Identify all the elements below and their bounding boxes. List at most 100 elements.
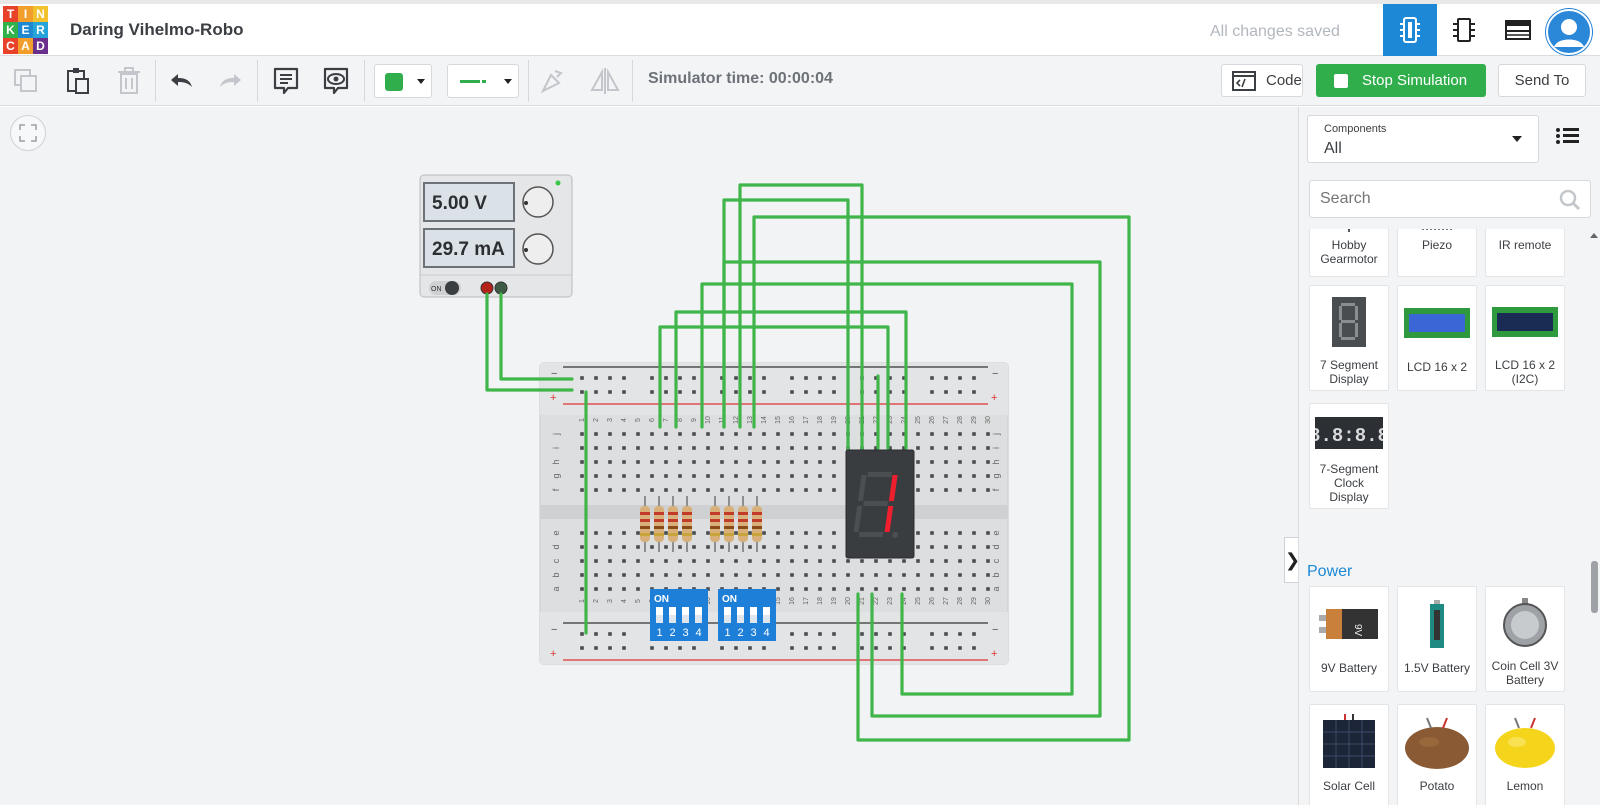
breadboard-hole [930, 488, 934, 492]
breadboard-hole [776, 531, 780, 535]
chevron-right-icon: ❯ [1285, 550, 1298, 571]
paste-button[interactable] [62, 64, 94, 98]
breadboard-hole [930, 632, 934, 636]
wire-type-icon [482, 80, 486, 83]
breadboard-hole [958, 587, 962, 591]
resistor [640, 506, 650, 542]
tinkercad-logo[interactable]: T I N K E R C A D [3, 6, 48, 54]
breadboard-hole [594, 531, 598, 535]
component-card-lcd-16x2-i2c[interactable]: LCD 16 x 2 (I2C) [1485, 285, 1565, 391]
breadboard-hole [930, 559, 934, 563]
breadboard-hole [762, 531, 766, 535]
breadboard-hole [902, 573, 906, 577]
breadboard-hole [650, 545, 654, 549]
breadboard-hole [650, 474, 654, 478]
notes-button[interactable] [270, 64, 302, 98]
breadboard-hole [930, 460, 934, 464]
user-avatar[interactable] [1545, 8, 1593, 56]
logo-letter: K [3, 22, 18, 38]
power-supply[interactable]: 5.00 V 29.7 mA ON [419, 174, 573, 298]
dip-toggle-knob [763, 615, 770, 623]
component-card-ir-remote[interactable]: IR remote [1485, 229, 1565, 277]
wire-color-select[interactable] [374, 64, 432, 98]
code-button[interactable]: Code [1221, 64, 1303, 97]
logo-letter: A [18, 38, 33, 54]
send-to-button[interactable]: Send To [1498, 64, 1586, 97]
flip-button[interactable] [587, 64, 623, 98]
component-card-lemon[interactable]: Lemon [1485, 704, 1565, 805]
breadboard-hole [636, 474, 640, 478]
breadboard-hole [622, 432, 626, 436]
breadboard-hole [944, 559, 948, 563]
component-card-1-5v-battery[interactable]: 1.5V Battery [1397, 586, 1477, 692]
circuit-view-button[interactable] [1383, 4, 1437, 56]
wire-type-select[interactable] [447, 64, 519, 98]
breadboard-hole [874, 646, 878, 650]
wire-type-icon [460, 80, 480, 83]
breadboard-hole [720, 474, 724, 478]
breadboard-hole [748, 488, 752, 492]
breadboard-hole [762, 488, 766, 492]
component-card-7-segment-clock[interactable]: 8.8:8.8 7-Segment Clock Display [1309, 403, 1389, 509]
resistor [668, 506, 678, 542]
delete-button[interactable] [113, 64, 145, 98]
breadboard-hole [580, 432, 584, 436]
component-card-potato[interactable]: Potato [1397, 704, 1477, 805]
dip-switch-number: 2 [669, 627, 675, 639]
breadboard-hole [622, 390, 626, 394]
rail-plus-label: + [550, 392, 556, 404]
breadboard-hole [944, 573, 948, 577]
project-title[interactable]: Daring Vihelmo-Robo [70, 20, 243, 40]
breadboard-hole [944, 632, 948, 636]
component-card-coin-cell[interactable]: Coin Cell 3V Battery [1485, 586, 1565, 692]
scrollbar-thumb[interactable] [1591, 561, 1598, 613]
workplane-canvas[interactable]: − + − + − + − + 112233445566778899101011… [0, 107, 1298, 805]
component-name: Piezo [1421, 238, 1453, 252]
component-card-piezo[interactable]: Piezo [1397, 229, 1477, 277]
positive-terminal[interactable] [480, 281, 494, 295]
breadboard-hole [818, 573, 822, 577]
component-list-scrollbar[interactable] [1589, 229, 1599, 805]
seven-segment-display[interactable] [845, 449, 915, 559]
components-filter-select[interactable]: Components All [1307, 115, 1539, 163]
column-number: 23 [887, 597, 894, 605]
breadboard-hole [608, 646, 612, 650]
collapse-panel-button[interactable]: ❯ [1284, 537, 1298, 583]
rail-plus-label: + [550, 648, 556, 660]
rotate-button[interactable] [536, 64, 568, 98]
circuit-diagram[interactable]: − + − + − + − + 112233445566778899101011… [0, 107, 1298, 805]
breadboard-hole [958, 573, 962, 577]
dip-switch-number: 1 [724, 627, 730, 639]
negative-terminal[interactable] [494, 281, 508, 295]
component-card-hobby-gearmotor[interactable]: Hobby Gearmotor [1309, 229, 1389, 277]
breadboard-hole [818, 488, 822, 492]
breadboard-hole [972, 474, 976, 478]
component-card-solar-cell[interactable]: Solar Cell [1309, 704, 1389, 805]
component-name: LCD 16 x 2 (I2C) [1494, 358, 1556, 386]
potato-icon [1405, 717, 1469, 769]
stop-simulation-button[interactable]: Stop Simulation [1316, 64, 1486, 97]
breadboard-hole [748, 390, 752, 394]
undo-button[interactable] [165, 64, 197, 98]
visibility-button[interactable] [320, 64, 352, 98]
resistor-band [752, 526, 762, 529]
copy-button[interactable] [10, 64, 42, 98]
breadboard-hole [958, 460, 962, 464]
search-icon[interactable] [1559, 189, 1581, 211]
redo-button[interactable] [215, 64, 247, 98]
breadboard-hole [608, 531, 612, 535]
component-name: Coin Cell 3V Battery [1491, 659, 1559, 687]
component-card-lcd-16x2[interactable]: LCD 16 x 2 [1397, 285, 1477, 391]
row-letter: g [991, 473, 1001, 478]
breadboard-hole [580, 390, 584, 394]
trash-icon [118, 67, 140, 94]
component-search-input[interactable] [1309, 180, 1591, 218]
breadboard-hole [832, 376, 836, 380]
list-view-button[interactable] [1555, 127, 1585, 151]
component-list-view-button[interactable] [1491, 4, 1545, 56]
breadboard-hole [622, 559, 626, 563]
breadboard-hole [706, 573, 710, 577]
component-card-7-segment-display[interactable]: 7 Segment Display [1309, 285, 1389, 391]
schematic-view-button[interactable] [1437, 4, 1491, 56]
component-card-9v-battery[interactable]: 9V 9V Battery [1309, 586, 1389, 692]
